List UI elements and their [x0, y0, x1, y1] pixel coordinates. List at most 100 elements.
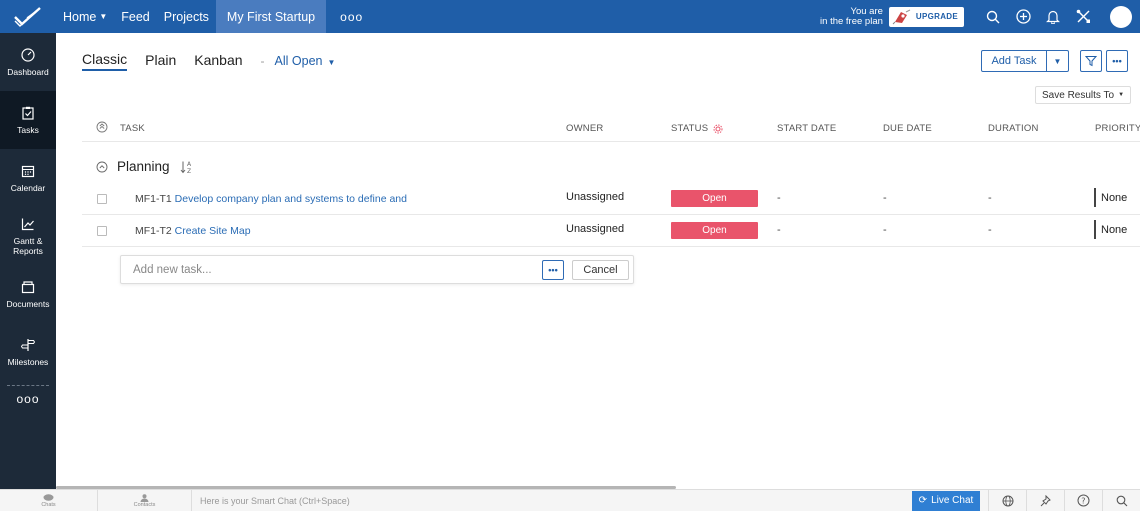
refresh-icon: ⟳: [918, 495, 928, 506]
column-header-start-date[interactable]: START DATE: [777, 123, 836, 134]
globe-icon[interactable]: [988, 489, 1026, 511]
more-options-button[interactable]: •••: [1106, 50, 1128, 72]
start-date-cell[interactable]: -: [777, 192, 781, 204]
filter-button[interactable]: [1080, 50, 1102, 72]
new-task-form: ••• Cancel: [120, 255, 634, 284]
column-header-duration[interactable]: DURATION: [988, 123, 1039, 134]
top-navigation-bar: Home ▼ Feed Projects My First Startup ooo…: [0, 0, 1140, 33]
filter-icon: [1085, 56, 1097, 67]
smart-chat-input[interactable]: Here is your Smart Chat (Ctrl+Space): [192, 490, 912, 511]
task-name-link[interactable]: Create Site Map: [175, 225, 251, 237]
nav-current-project[interactable]: My First Startup: [215, 0, 327, 33]
column-header-priority[interactable]: PRIORITY: [1095, 123, 1140, 134]
filter-dropdown[interactable]: All Open ▼: [275, 54, 336, 68]
pin-icon[interactable]: [1026, 489, 1064, 511]
sidebar-divider: [7, 385, 49, 386]
column-header-status[interactable]: STATUS: [671, 123, 723, 134]
upgrade-button[interactable]: UPGRADE: [888, 6, 964, 27]
milestone-icon: [21, 338, 35, 351]
gear-icon[interactable]: [713, 124, 723, 134]
task-group-planning: Planning AZ: [96, 159, 194, 174]
column-header-due-date[interactable]: DUE DATE: [883, 123, 932, 134]
tools-icon[interactable]: [1068, 0, 1098, 33]
nav-home[interactable]: Home ▼: [56, 0, 114, 33]
chevron-down-icon: ▼: [99, 12, 108, 21]
task-id-cell: MF1-T2 Create Site Map: [135, 225, 251, 237]
view-switcher: Classic Plain Kanban - All Open ▼: [82, 51, 335, 71]
tasks-icon: [22, 106, 34, 120]
owner-cell[interactable]: Unassigned: [566, 191, 624, 203]
duration-cell[interactable]: -: [988, 192, 992, 204]
tab-plain[interactable]: Plain: [145, 52, 176, 70]
nav-feed[interactable]: Feed: [114, 0, 157, 33]
add-task-button[interactable]: Add Task ▼: [981, 50, 1069, 72]
dashboard-icon: [21, 47, 35, 62]
sidebar-item-documents[interactable]: Documents: [0, 265, 56, 323]
collapse-all-icon[interactable]: [96, 121, 108, 136]
task-checkbox[interactable]: [97, 194, 107, 204]
nav-projects[interactable]: Projects: [157, 0, 216, 33]
sidebar-item-tasks[interactable]: Tasks: [0, 91, 56, 149]
bottom-bar: Chats Contacts Here is your Smart Chat (…: [0, 489, 1140, 511]
bell-icon[interactable]: [1038, 0, 1068, 33]
new-task-input[interactable]: [133, 262, 533, 278]
chat-bubble-icon: [43, 493, 54, 501]
duration-cell[interactable]: -: [988, 224, 992, 236]
documents-icon: [21, 280, 35, 293]
start-date-cell[interactable]: -: [777, 224, 781, 236]
chevron-down-icon: ▼: [327, 58, 336, 67]
owner-cell[interactable]: Unassigned: [566, 223, 624, 235]
collapse-group-icon[interactable]: [96, 161, 108, 173]
table-row[interactable]: MF1-T1 Develop company plan and systems …: [82, 183, 1140, 215]
new-task-more-icon[interactable]: •••: [542, 260, 564, 280]
header-divider: [82, 141, 1140, 142]
svg-text:?: ?: [1081, 497, 1085, 506]
nav-more-icon[interactable]: ooo: [340, 10, 363, 24]
topbar-right-group: You are in the free plan UPGRADE: [820, 0, 1140, 33]
calendar-icon: [21, 165, 35, 177]
sidebar-item-gantt-reports[interactable]: Gantt & Reports: [0, 207, 56, 265]
task-checkbox[interactable]: [97, 226, 107, 236]
svg-text:Z: Z: [187, 168, 191, 174]
due-date-cell[interactable]: -: [883, 224, 887, 236]
status-badge[interactable]: Open: [671, 222, 758, 239]
search-icon[interactable]: [978, 0, 1008, 33]
add-task-dropdown-icon[interactable]: ▼: [1046, 51, 1068, 71]
live-chat-button[interactable]: ⟳ Live Chat: [912, 490, 980, 511]
status-badge[interactable]: Open: [671, 190, 758, 207]
save-results-dropdown[interactable]: Save Results To ▼: [1035, 86, 1132, 104]
plan-info: You are in the free plan: [820, 5, 883, 27]
add-icon[interactable]: [1008, 0, 1038, 33]
sidebar-item-milestones[interactable]: Milestones: [0, 323, 56, 381]
tab-classic[interactable]: Classic: [82, 51, 128, 71]
chart-icon: [21, 218, 34, 230]
app-logo-icon[interactable]: [0, 0, 56, 33]
avatar[interactable]: [1110, 5, 1132, 28]
tab-kanban[interactable]: Kanban: [194, 52, 242, 70]
sidebar: Dashboard Tasks Calendar Gantt & Reports…: [0, 33, 56, 489]
help-icon[interactable]: ?: [1064, 489, 1102, 511]
sidebar-more-icon[interactable]: ooo: [0, 392, 56, 406]
search-icon[interactable]: [1102, 489, 1140, 511]
column-header-task[interactable]: TASK: [120, 123, 145, 134]
main-content: Classic Plain Kanban - All Open ▼ Add Tas…: [56, 33, 1140, 489]
sidebar-item-calendar[interactable]: Calendar: [0, 149, 56, 207]
table-row[interactable]: MF1-T2 Create Site Map Unassigned Open -…: [82, 215, 1140, 247]
chats-button[interactable]: Chats: [0, 489, 98, 511]
sidebar-item-dashboard[interactable]: Dashboard: [0, 33, 56, 91]
group-title: Planning: [117, 159, 170, 174]
more-dots-icon: •••: [1112, 56, 1122, 66]
view-separator: -: [260, 54, 265, 68]
cancel-button[interactable]: Cancel: [572, 260, 629, 280]
sort-icon[interactable]: AZ: [180, 160, 194, 174]
svg-text:A: A: [187, 161, 192, 168]
priority-cell[interactable]: None: [1094, 188, 1127, 207]
chevron-down-icon: ▼: [1118, 92, 1125, 98]
due-date-cell[interactable]: -: [883, 192, 887, 204]
contacts-button[interactable]: Contacts: [98, 489, 192, 511]
priority-cell[interactable]: None: [1094, 220, 1127, 239]
contact-icon: [140, 493, 149, 502]
task-id-cell: MF1-T1 Develop company plan and systems …: [135, 193, 407, 205]
task-name-link[interactable]: Develop company plan and systems to defi…: [175, 193, 407, 205]
column-header-owner[interactable]: OWNER: [566, 123, 603, 134]
